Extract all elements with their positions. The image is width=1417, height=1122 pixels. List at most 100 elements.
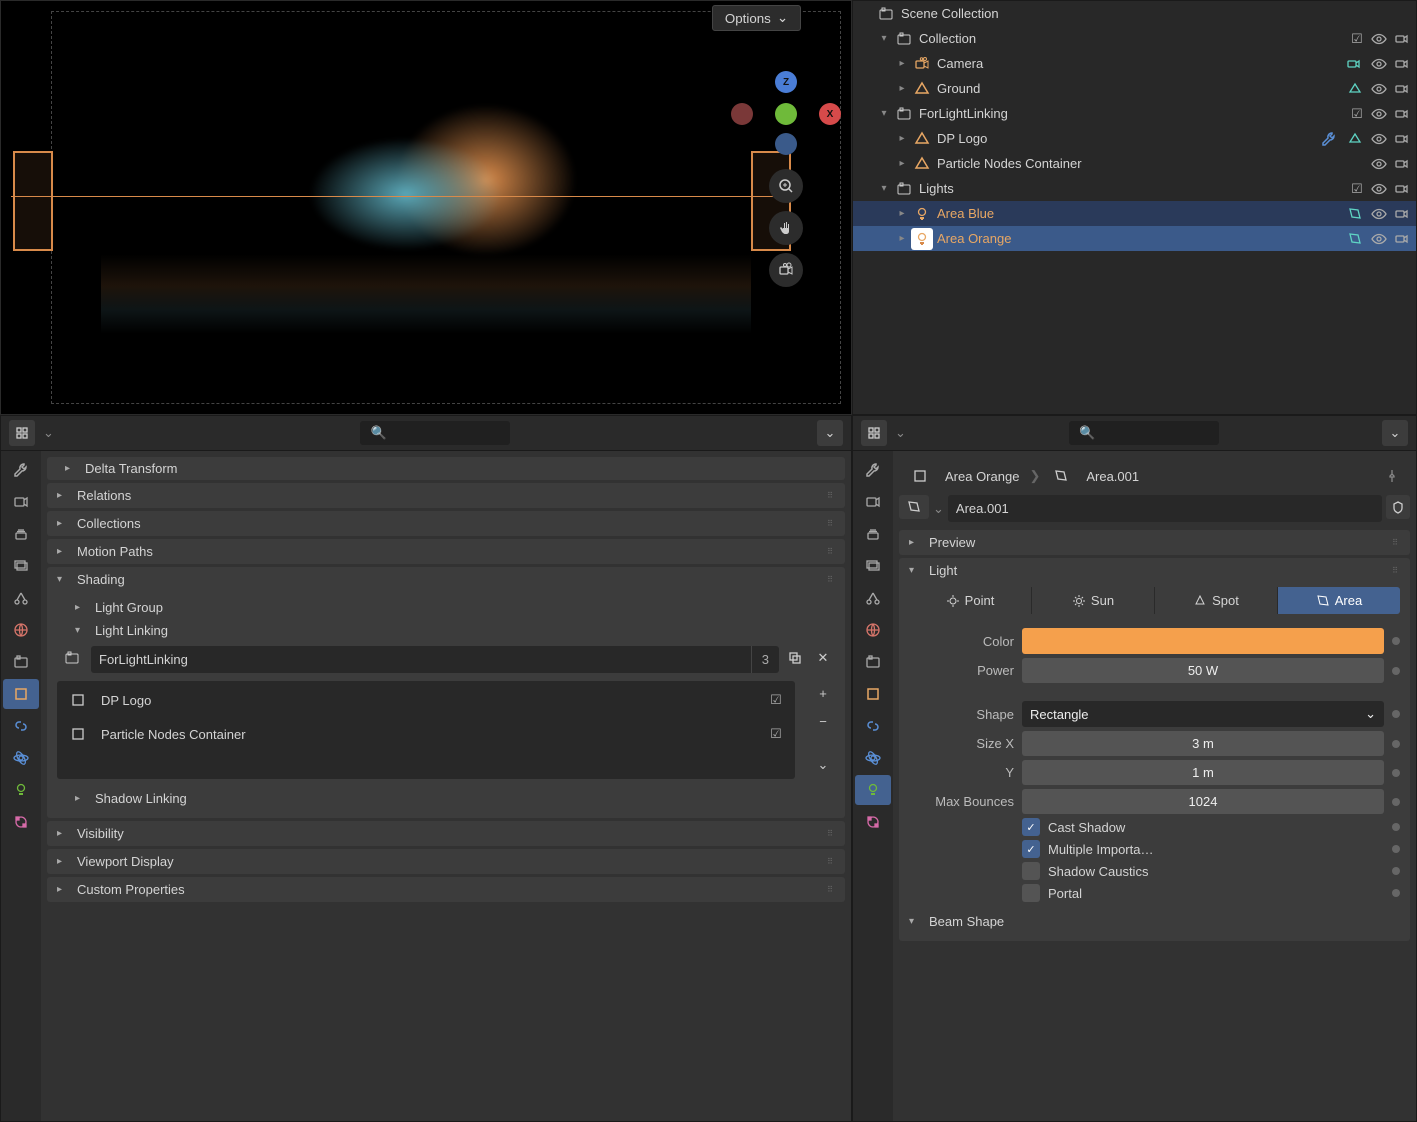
tab-tool[interactable] [3, 455, 39, 485]
tab-tool[interactable] [855, 455, 891, 485]
outliner-area-blue[interactable]: ▸ Area Blue [853, 201, 1416, 226]
pin-button[interactable] [1384, 468, 1400, 484]
tab-output[interactable] [3, 519, 39, 549]
list-item[interactable]: DP Logo ☑ [59, 683, 793, 717]
multiple-importance-checkbox[interactable]: ✓ [1022, 840, 1040, 858]
color-swatch[interactable] [1022, 628, 1384, 654]
animate-dot[interactable] [1392, 740, 1400, 748]
outliner[interactable]: Scene Collection ▾ Collection ☑ ▸ Camera… [852, 0, 1417, 415]
link-checkbox[interactable]: ☑ [767, 725, 785, 743]
animate-dot[interactable] [1392, 710, 1400, 718]
outliner-lights[interactable]: ▾ Lights ☑ [853, 176, 1416, 201]
breadcrumb-object[interactable]: Area Orange [945, 469, 1019, 484]
drag-handle-icon[interactable]: ⠿ [827, 547, 835, 556]
tab-collection[interactable] [3, 647, 39, 677]
section-visibility[interactable]: ▸Visibility⠿ [47, 821, 845, 846]
drag-handle-icon[interactable]: ⠿ [827, 829, 835, 838]
tab-viewlayer[interactable] [855, 551, 891, 581]
render-icon[interactable] [1392, 80, 1410, 98]
animate-dot[interactable] [1392, 637, 1400, 645]
section-shadow-linking[interactable]: ▸Shadow Linking [57, 787, 835, 810]
outliner-area-orange[interactable]: ▸ Area Orange [853, 226, 1416, 251]
light-linking-list[interactable]: DP Logo ☑ Particle Nodes Container ☑ [57, 681, 795, 779]
light-type-point[interactable]: Point [909, 587, 1032, 614]
animate-dot[interactable] [1392, 798, 1400, 806]
section-collections[interactable]: ▸Collections⠿ [47, 511, 845, 536]
render-icon[interactable] [1392, 55, 1410, 73]
tab-physics[interactable] [3, 743, 39, 773]
tab-output[interactable] [855, 519, 891, 549]
visibility-icon[interactable] [1370, 155, 1388, 173]
drag-handle-icon[interactable]: ⠿ [1392, 538, 1400, 547]
tab-world[interactable] [3, 615, 39, 645]
editor-type-dropdown[interactable] [861, 420, 887, 446]
new-collection-button[interactable] [783, 646, 807, 670]
link-checkbox[interactable]: ☑ [767, 691, 785, 709]
disclosure-toggle[interactable]: ▸ [893, 158, 911, 169]
section-delta-transform[interactable]: ▸Delta Transform [47, 457, 845, 480]
outliner-collection[interactable]: ▾ Collection ☑ [853, 26, 1416, 51]
section-beam-shape[interactable]: ▾Beam Shape [909, 910, 1400, 933]
tab-scene[interactable] [855, 583, 891, 613]
visibility-icon[interactable] [1370, 80, 1388, 98]
search-field[interactable]: 🔍 [1069, 421, 1219, 445]
disclosure-toggle[interactable]: ▾ [875, 108, 893, 119]
data-browse-button[interactable] [899, 495, 929, 519]
disclosure-toggle[interactable]: ▸ [893, 208, 911, 219]
animate-dot[interactable] [1392, 823, 1400, 831]
render-icon[interactable] [1392, 230, 1410, 248]
drag-handle-icon[interactable]: ⠿ [827, 857, 835, 866]
axis-z[interactable]: Z [775, 71, 797, 93]
tab-constraints[interactable] [855, 711, 891, 741]
section-light-linking[interactable]: ▾Light Linking [57, 619, 835, 642]
tab-scene[interactable] [3, 583, 39, 613]
section-light[interactable]: ▾Light⠿ [899, 558, 1410, 583]
tab-viewlayer[interactable] [3, 551, 39, 581]
section-viewport-display[interactable]: ▸Viewport Display⠿ [47, 849, 845, 874]
section-shading[interactable]: ▾Shading⠿ [47, 567, 845, 592]
shadow-caustics-checkbox[interactable] [1022, 862, 1040, 880]
shape-select[interactable]: Rectangle⌄ [1022, 701, 1384, 727]
disclosure-toggle[interactable]: ▾ [875, 183, 893, 194]
visibility-icon[interactable] [1370, 105, 1388, 123]
options-dropdown[interactable]: ⌄ [1382, 420, 1408, 446]
animate-dot[interactable] [1392, 769, 1400, 777]
tab-collection[interactable] [855, 647, 891, 677]
outliner-forlightlinking[interactable]: ▾ ForLightLinking ☑ [853, 101, 1416, 126]
tab-object[interactable] [855, 679, 891, 709]
visibility-icon[interactable] [1370, 30, 1388, 48]
disclosure-toggle[interactable]: ▸ [893, 133, 911, 144]
disclosure-toggle[interactable]: ▸ [893, 58, 911, 69]
exclude-checkbox[interactable]: ☑ [1348, 180, 1366, 198]
exclude-checkbox[interactable]: ☑ [1348, 105, 1366, 123]
animate-dot[interactable] [1392, 845, 1400, 853]
options-dropdown[interactable]: ⌄ [817, 420, 843, 446]
outliner-scene-collection[interactable]: Scene Collection [853, 1, 1416, 26]
power-input[interactable]: 50 W [1022, 658, 1384, 683]
visibility-icon[interactable] [1370, 55, 1388, 73]
zoom-tool[interactable] [769, 169, 803, 203]
size-y-input[interactable]: 1 m [1022, 760, 1384, 785]
section-light-group[interactable]: ▸Light Group [57, 596, 835, 619]
render-icon[interactable] [1392, 130, 1410, 148]
area-light-handle-left[interactable] [13, 151, 53, 251]
drag-handle-icon[interactable]: ⠿ [827, 491, 835, 500]
axis-gizmo[interactable]: Z X [731, 71, 841, 151]
animate-dot[interactable] [1392, 867, 1400, 875]
visibility-icon[interactable] [1370, 205, 1388, 223]
fake-user-button[interactable] [1386, 495, 1410, 519]
animate-dot[interactable] [1392, 667, 1400, 675]
axis-neg-x[interactable] [731, 103, 753, 125]
drag-handle-icon[interactable]: ⠿ [827, 885, 835, 894]
light-type-spot[interactable]: Spot [1155, 587, 1278, 614]
disclosure-toggle[interactable]: ▾ [875, 33, 893, 44]
tab-material[interactable] [3, 807, 39, 837]
viewport-3d[interactable]: Options ⌄ Z X [0, 0, 852, 415]
outliner-camera[interactable]: ▸ Camera [853, 51, 1416, 76]
axis-center[interactable] [775, 103, 797, 125]
camera-view-tool[interactable] [769, 253, 803, 287]
add-item-button[interactable]: + [811, 681, 835, 705]
section-custom-properties[interactable]: ▸Custom Properties⠿ [47, 877, 845, 902]
light-linking-collection-input[interactable] [91, 646, 751, 673]
tab-data[interactable] [855, 775, 891, 805]
